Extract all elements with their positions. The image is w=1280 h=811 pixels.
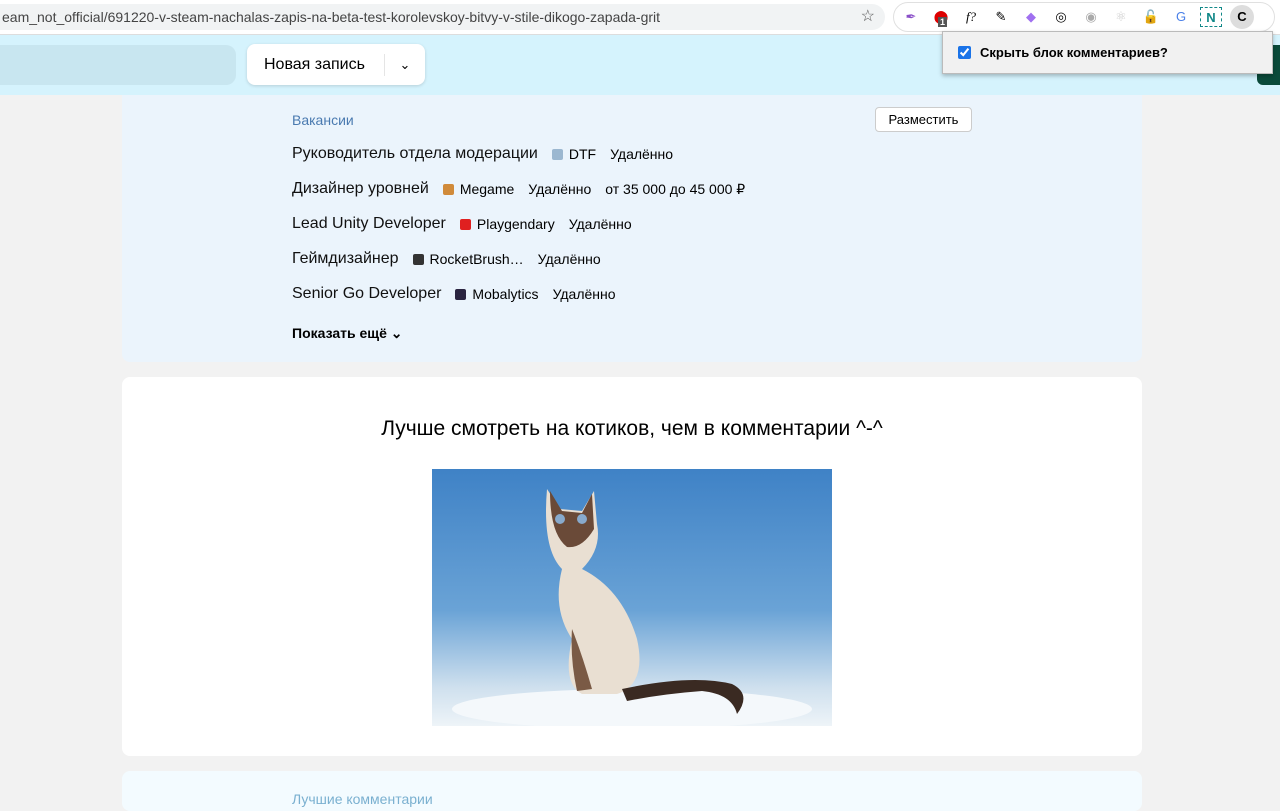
vacancy-title[interactable]: Геймдизайнер — [292, 250, 399, 268]
vacancy-item[interactable]: Дизайнер уровней Megame Удалённо от 35 0… — [292, 180, 745, 198]
chevron-down-icon: ⌄ — [390, 325, 403, 341]
vacancy-item[interactable]: Senior Go Developer Mobalytics Удалённо — [292, 285, 616, 303]
company-name: DTF — [568, 146, 597, 162]
vacancy-item[interactable]: Руководитель отдела модерации DTF Удалён… — [292, 145, 673, 163]
best-comments-block: Лучшие комментарии — [122, 771, 1142, 811]
search-input[interactable] — [0, 45, 236, 85]
code-extension-icon[interactable]: ◎ — [1050, 7, 1072, 27]
react-extension-icon[interactable]: ⚛ — [1110, 7, 1132, 27]
company-name: Playgendary — [476, 216, 555, 232]
vacancy-item[interactable]: Геймдизайнер RocketBrush… Удалённо — [292, 250, 601, 268]
vacancy-company[interactable]: RocketBrush… — [412, 251, 524, 267]
font-extension-icon[interactable]: f? — [960, 7, 982, 27]
post-title: Лучше смотреть на котиков, чем в коммент… — [381, 417, 883, 440]
target-extension-icon[interactable]: ◉ — [1080, 7, 1102, 27]
url-text: eam_not_official/691220-v-steam-nachalas… — [2, 9, 661, 25]
vk-unlock-extension-icon[interactable]: 🔓 — [1140, 7, 1162, 27]
company-name: RocketBrush… — [429, 251, 524, 267]
vacancy-item[interactable]: Lead Unity Developer Playgendary Удалённ… — [292, 215, 632, 233]
best-comments-title: Лучшие комментарии — [292, 791, 433, 807]
company-logo-icon — [459, 218, 471, 230]
vacancy-title[interactable]: Руководитель отдела модерации — [292, 145, 538, 163]
vacancy-title[interactable]: Senior Go Developer — [292, 285, 441, 303]
company-logo-icon — [412, 253, 424, 265]
vacancy-location: Удалённо — [528, 181, 592, 197]
vacancies-block: Вакансии Разместить Руководитель отдела … — [122, 95, 1142, 362]
vacancy-company[interactable]: Playgendary — [459, 216, 555, 232]
address-bar[interactable]: eam_not_official/691220-v-steam-nachalas… — [0, 4, 885, 30]
vacancy-title[interactable]: Lead Unity Developer — [292, 215, 446, 233]
vacancy-company[interactable]: Mobalytics — [455, 286, 539, 302]
vacancy-salary: от 35 000 до 45 000 ₽ — [605, 180, 746, 197]
vacancy-location: Удалённо — [568, 216, 632, 232]
bookmark-star-icon[interactable]: ☆ — [861, 4, 875, 30]
eyedropper-extension-icon[interactable]: ✎ — [990, 7, 1012, 27]
place-vacancy-button[interactable]: Разместить — [875, 107, 972, 132]
vacancy-company[interactable]: DTF — [551, 146, 597, 162]
vacancies-title[interactable]: Вакансии — [292, 112, 354, 128]
vacancy-location: Удалённо — [552, 286, 616, 302]
extension-popup: Скрыть блок комментариев? — [942, 31, 1273, 74]
extension-badge: 1 — [938, 17, 948, 27]
new-post-label: Новая запись — [247, 53, 385, 76]
show-more-button[interactable]: Показать ещё ⌄ — [292, 325, 403, 342]
show-more-label: Показать ещё — [292, 325, 387, 341]
vacancy-company[interactable]: Megame — [442, 181, 515, 197]
vacancy-title[interactable]: Дизайнер уровней — [292, 180, 429, 198]
company-logo-icon — [442, 183, 454, 195]
gradient-extension-icon[interactable]: ◆ — [1020, 7, 1042, 27]
vacancy-location: Удалённо — [610, 146, 674, 162]
cat-image — [432, 469, 832, 726]
chevron-down-icon[interactable]: ⌄ — [385, 57, 425, 73]
adblock-extension-icon[interactable]: ⬤1 — [930, 7, 952, 27]
feather-extension-icon[interactable]: ✒ — [900, 7, 922, 27]
company-logo-icon — [551, 148, 563, 160]
profile-avatar[interactable]: C — [1230, 5, 1254, 29]
translate-extension-icon[interactable]: G — [1170, 7, 1192, 27]
n-extension-icon[interactable]: N — [1200, 7, 1222, 27]
vacancy-location: Удалённо — [537, 251, 601, 267]
new-post-button[interactable]: Новая запись ⌄ — [247, 44, 425, 85]
company-name: Mobalytics — [472, 286, 539, 302]
post-card: Лучше смотреть на котиков, чем в коммент… — [122, 377, 1142, 756]
company-name: Megame — [459, 181, 515, 197]
hide-comments-label: Скрыть блок комментариев? — [980, 45, 1168, 60]
extensions-bar: ✒ ⬤1 f? ✎ ◆ ◎ ◉ ⚛ 🔓 G N C — [893, 2, 1275, 32]
browser-toolbar: eam_not_official/691220-v-steam-nachalas… — [0, 0, 1280, 35]
hide-comments-checkbox[interactable] — [958, 46, 971, 59]
company-logo-icon — [455, 288, 467, 300]
